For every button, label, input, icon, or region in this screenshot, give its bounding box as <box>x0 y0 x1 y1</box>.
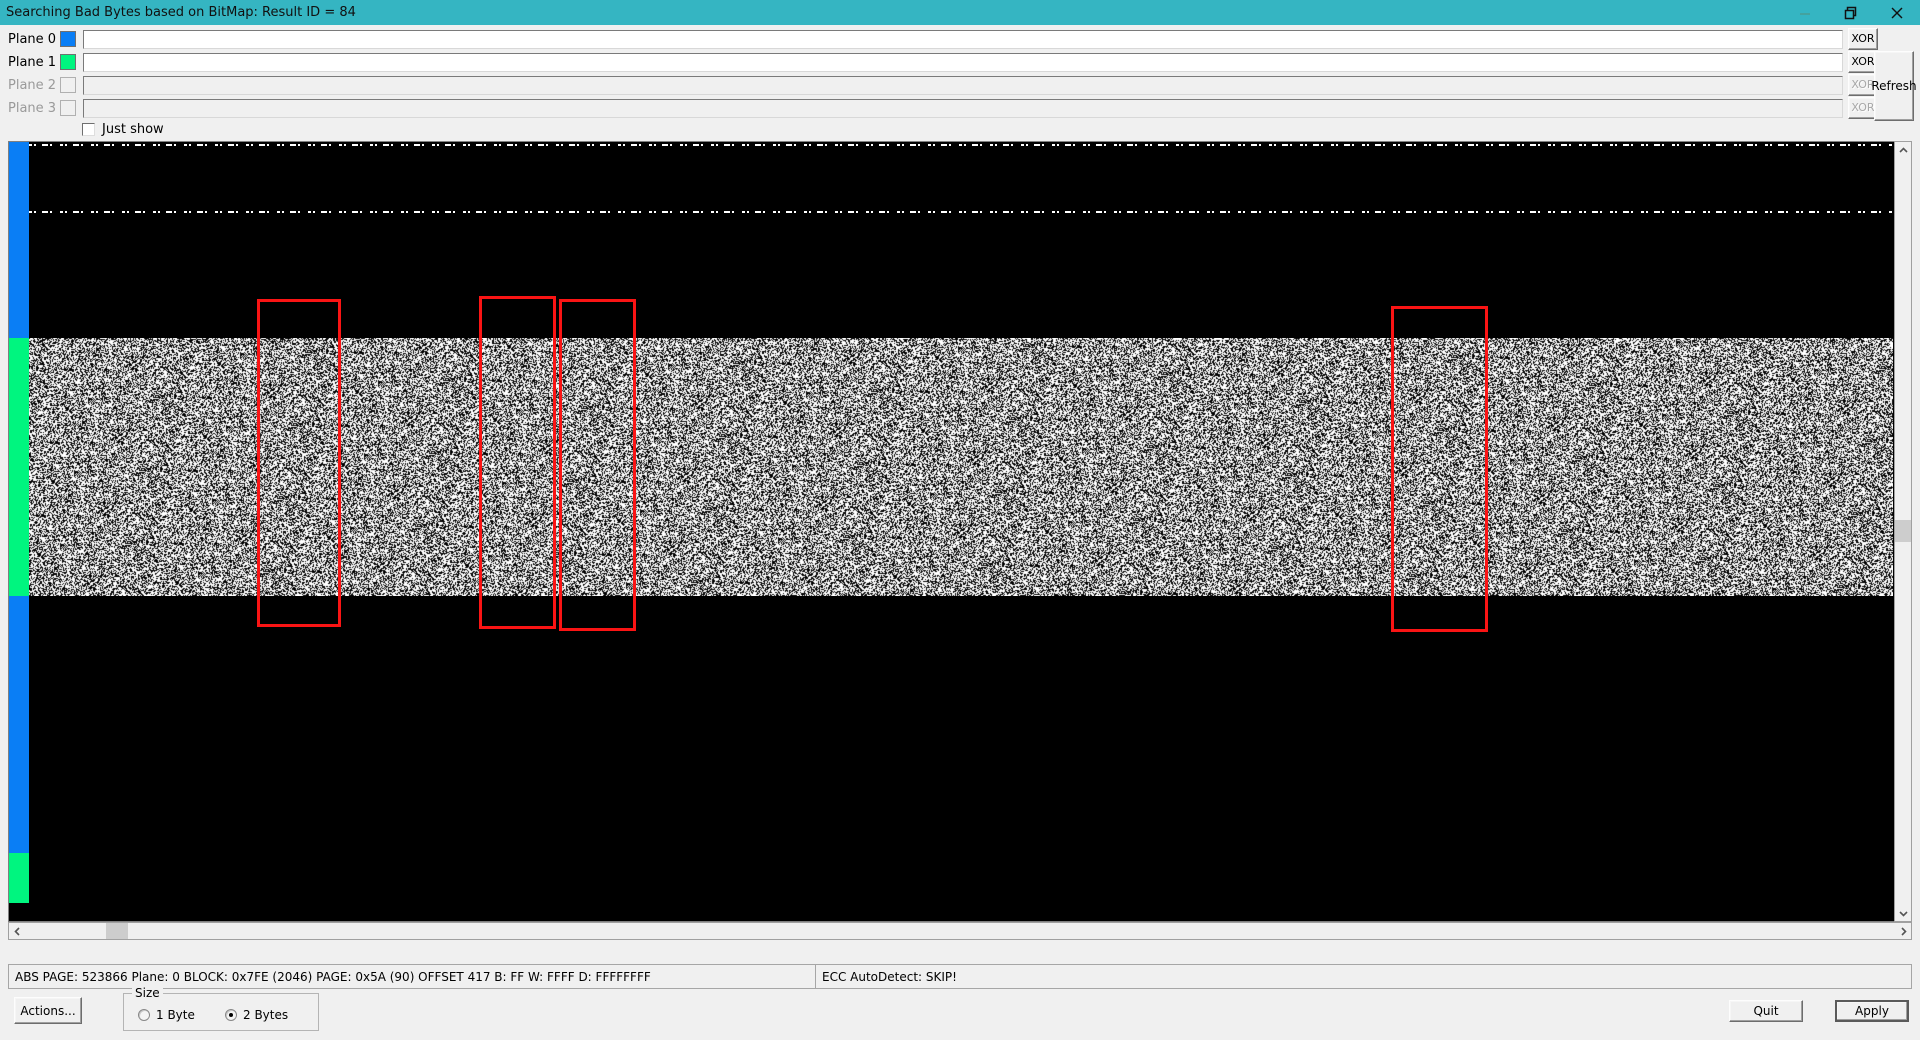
plane-input-1[interactable] <box>83 53 1843 72</box>
vertical-scroll-thumb[interactable] <box>1895 520 1911 542</box>
bad-byte-highlight-rect[interactable] <box>559 299 636 631</box>
plane-color-swatch-0[interactable] <box>60 31 76 47</box>
chevron-left-icon[interactable] <box>9 923 25 939</box>
status-bar: ABS PAGE: 523866 Plane: 0 BLOCK: 0x7FE (… <box>8 964 1912 989</box>
size-option-1-byte[interactable]: 1 Byte <box>138 1008 195 1022</box>
size-option-1-byte-label: 1 Byte <box>156 1008 195 1022</box>
quit-button[interactable]: Quit <box>1729 1000 1803 1022</box>
chevron-down-icon[interactable] <box>1895 905 1911 921</box>
plane-color-swatch-3 <box>60 100 76 116</box>
plane-row-2: Plane 2 XOR <box>0 74 1920 96</box>
status-page-info: ABS PAGE: 523866 Plane: 0 BLOCK: 0x7FE (… <box>9 970 815 984</box>
just-show-row: Just show <box>0 119 164 139</box>
chevron-right-icon[interactable] <box>1895 923 1911 939</box>
bad-byte-highlight-rect[interactable] <box>479 296 556 629</box>
bitmap-view[interactable] <box>9 142 1893 903</box>
actions-button[interactable]: Actions... <box>14 997 82 1024</box>
plane-row-0: Plane 0 XOR <box>0 28 1920 50</box>
plane-color-swatch-1[interactable] <box>60 54 76 70</box>
plane-strip-2 <box>9 596 29 853</box>
plane-label-2: Plane 2 <box>8 78 60 93</box>
plane-label-3: Plane 3 <box>8 101 60 116</box>
chevron-up-icon[interactable] <box>1895 142 1911 158</box>
plane-strip-0 <box>9 142 29 338</box>
refresh-button[interactable]: Refresh <box>1874 51 1914 121</box>
plane-input-3 <box>83 99 1843 118</box>
plane-input-0[interactable] <box>83 30 1843 49</box>
window-titlebar: Searching Bad Bytes based on BitMap: Res… <box>0 0 1920 25</box>
bad-byte-highlight-rect[interactable] <box>1391 306 1488 632</box>
size-option-2-bytes[interactable]: 2 Bytes <box>225 1008 288 1022</box>
size-group-label: Size <box>132 986 163 1000</box>
plane-strip-1 <box>9 338 29 596</box>
status-ecc-info: ECC AutoDetect: SKIP! <box>816 970 1911 984</box>
bitmap-vertical-scrollbar[interactable] <box>1894 141 1912 922</box>
restore-icon[interactable] <box>1828 0 1874 25</box>
plane-input-2 <box>83 76 1843 95</box>
plane-row-3: Plane 3 XOR <box>0 97 1920 119</box>
horizontal-scroll-thumb[interactable] <box>106 923 128 939</box>
xor-button-0[interactable]: XOR <box>1848 28 1878 50</box>
just-show-label: Just show <box>102 122 164 137</box>
bad-byte-highlight-rect[interactable] <box>257 299 341 627</box>
bitmap-dash-line-1 <box>29 211 1893 213</box>
apply-button[interactable]: Apply <box>1835 1000 1909 1022</box>
plane-row-1: Plane 1 XOR <box>0 51 1920 73</box>
size-group-box: Size 1 Byte 2 Bytes <box>123 993 319 1031</box>
plane-panel: Plane 0 XOR Plane 1 XOR Plane 2 XOR Plan… <box>0 25 1920 143</box>
plane-label-0: Plane 0 <box>8 32 60 47</box>
radio-2-bytes-icon[interactable] <box>225 1009 237 1021</box>
bitmap-horizontal-scrollbar[interactable] <box>8 922 1912 940</box>
minimize-icon[interactable] <box>1782 0 1828 25</box>
just-show-checkbox[interactable] <box>82 123 95 136</box>
bitmap-canvas-frame[interactable] <box>8 141 1912 922</box>
radio-1-byte-icon[interactable] <box>138 1009 150 1021</box>
plane-label-1: Plane 1 <box>8 55 60 70</box>
plane-strip-3 <box>9 853 29 903</box>
bitmap-dash-line-0 <box>29 144 1893 146</box>
plane-color-swatch-2 <box>60 77 76 93</box>
close-icon[interactable] <box>1874 0 1920 25</box>
window-title: Searching Bad Bytes based on BitMap: Res… <box>6 5 356 20</box>
size-option-2-bytes-label: 2 Bytes <box>243 1008 288 1022</box>
